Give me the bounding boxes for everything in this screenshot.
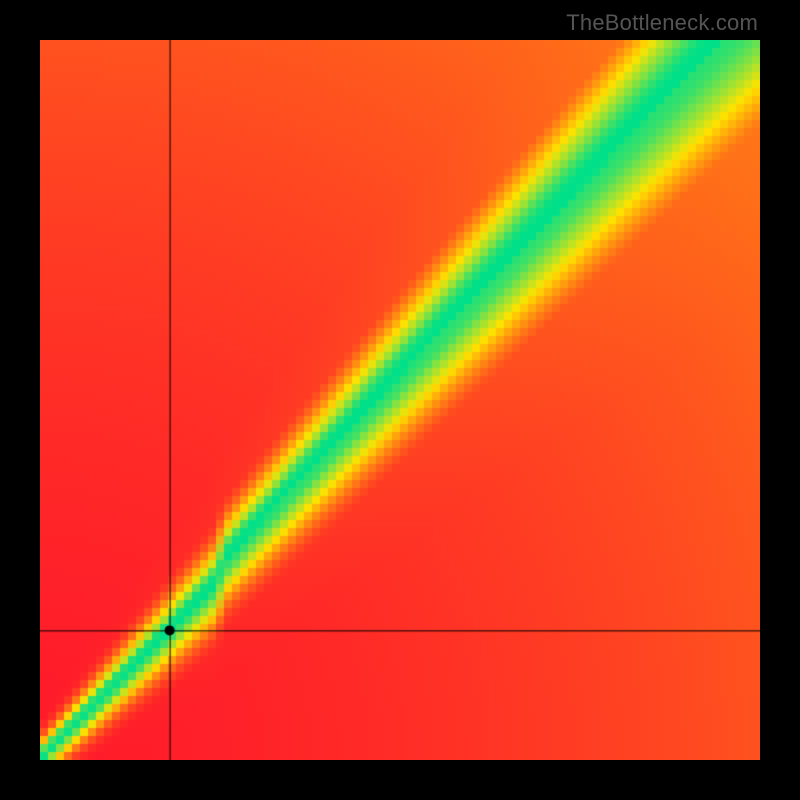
- heatmap-canvas: [40, 40, 760, 760]
- watermark-text: TheBottleneck.com: [566, 10, 758, 36]
- chart-frame: TheBottleneck.com: [0, 0, 800, 800]
- heatmap-plot: [40, 40, 760, 760]
